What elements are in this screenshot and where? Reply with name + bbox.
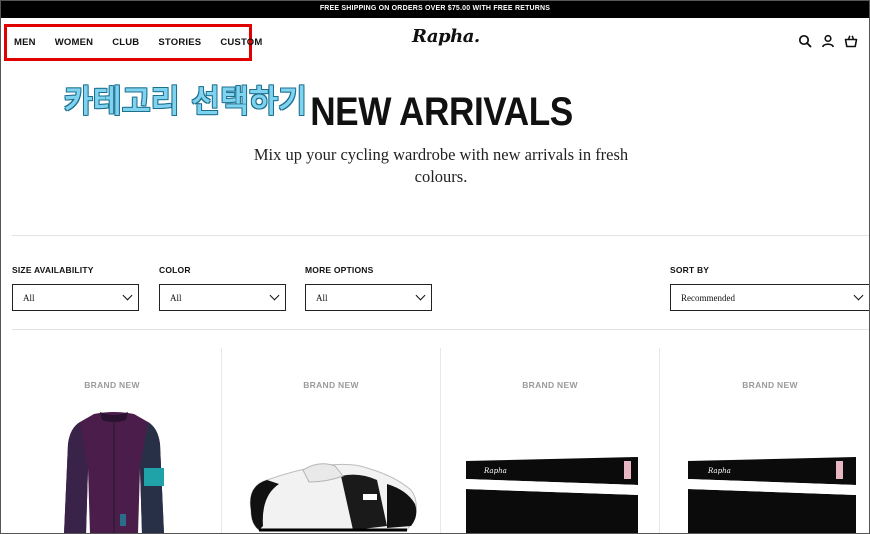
product-card[interactable]: BRAND NEW Rapha bbox=[450, 360, 650, 534]
filter-size-label: SIZE AVAILABILITY bbox=[12, 265, 94, 275]
category-nav: MEN WOMEN CLUB STORIES CUSTOM bbox=[4, 24, 262, 61]
sort-select[interactable]: Recommended bbox=[670, 284, 870, 311]
header-icons bbox=[798, 34, 858, 48]
grid-divider bbox=[440, 348, 441, 534]
product-badge: BRAND NEW bbox=[84, 380, 140, 390]
svg-text:Rapha: Rapha bbox=[707, 467, 731, 475]
more-options-select-value: All bbox=[316, 292, 328, 303]
product-badge: BRAND NEW bbox=[742, 380, 798, 390]
product-card[interactable]: BRAND NEW Rapha bbox=[670, 360, 870, 534]
product-image-arm-warmers[interactable]: Rapha bbox=[462, 455, 642, 534]
size-select-value: All bbox=[23, 292, 35, 303]
cart-icon[interactable] bbox=[844, 34, 858, 48]
filter-size: SIZE AVAILABILITY All bbox=[12, 265, 139, 311]
product-image-jersey[interactable] bbox=[56, 410, 172, 534]
chevron-down-icon bbox=[853, 290, 864, 301]
filter-color-label: COLOR bbox=[159, 265, 191, 275]
color-select[interactable]: All bbox=[159, 284, 286, 311]
more-options-select[interactable]: All bbox=[305, 284, 432, 311]
chevron-down-icon bbox=[415, 290, 426, 301]
product-image-leg-warmers[interactable]: Rapha bbox=[684, 455, 870, 534]
filter-sort: SORT BY Recommended bbox=[670, 265, 870, 311]
promo-bar: FREE SHIPPING ON ORDERS OVER $75.00 WITH… bbox=[0, 0, 870, 18]
nav-item-club[interactable]: CLUB bbox=[112, 37, 139, 48]
filter-sort-label: SORT BY bbox=[670, 265, 710, 275]
page-title: NEW ARRIVALS bbox=[310, 90, 573, 134]
color-select-value: All bbox=[170, 292, 182, 303]
chevron-down-icon bbox=[122, 290, 133, 301]
product-card[interactable]: BRAND NEW bbox=[231, 360, 431, 534]
product-image-shoe[interactable] bbox=[247, 460, 421, 534]
sort-select-value: Recommended bbox=[681, 292, 735, 303]
nav-item-stories[interactable]: STORIES bbox=[158, 37, 201, 48]
account-icon[interactable] bbox=[821, 34, 835, 48]
size-select[interactable]: All bbox=[12, 284, 139, 311]
grid-divider bbox=[659, 348, 660, 534]
nav-item-men[interactable]: MEN bbox=[14, 37, 36, 48]
product-card[interactable]: BRAND NEW bbox=[12, 360, 212, 534]
chevron-down-icon bbox=[269, 290, 280, 301]
filter-more-options-label: MORE OPTIONS bbox=[305, 265, 374, 275]
svg-text:Rapha: Rapha bbox=[483, 467, 507, 475]
divider bbox=[12, 329, 870, 330]
product-badge: BRAND NEW bbox=[522, 380, 578, 390]
product-badge: BRAND NEW bbox=[303, 380, 359, 390]
nav-item-custom[interactable]: CUSTOM bbox=[220, 37, 262, 48]
nav-item-women[interactable]: WOMEN bbox=[55, 37, 93, 48]
filter-color: COLOR All bbox=[159, 265, 286, 311]
brand-logo[interactable]: Rapha. bbox=[412, 26, 480, 47]
divider bbox=[12, 235, 870, 236]
filter-more-options: MORE OPTIONS All bbox=[305, 265, 432, 311]
page-subtitle: Mix up your cycling wardrobe with new ar… bbox=[253, 145, 629, 186]
search-icon[interactable] bbox=[798, 34, 812, 48]
grid-divider bbox=[221, 348, 222, 534]
